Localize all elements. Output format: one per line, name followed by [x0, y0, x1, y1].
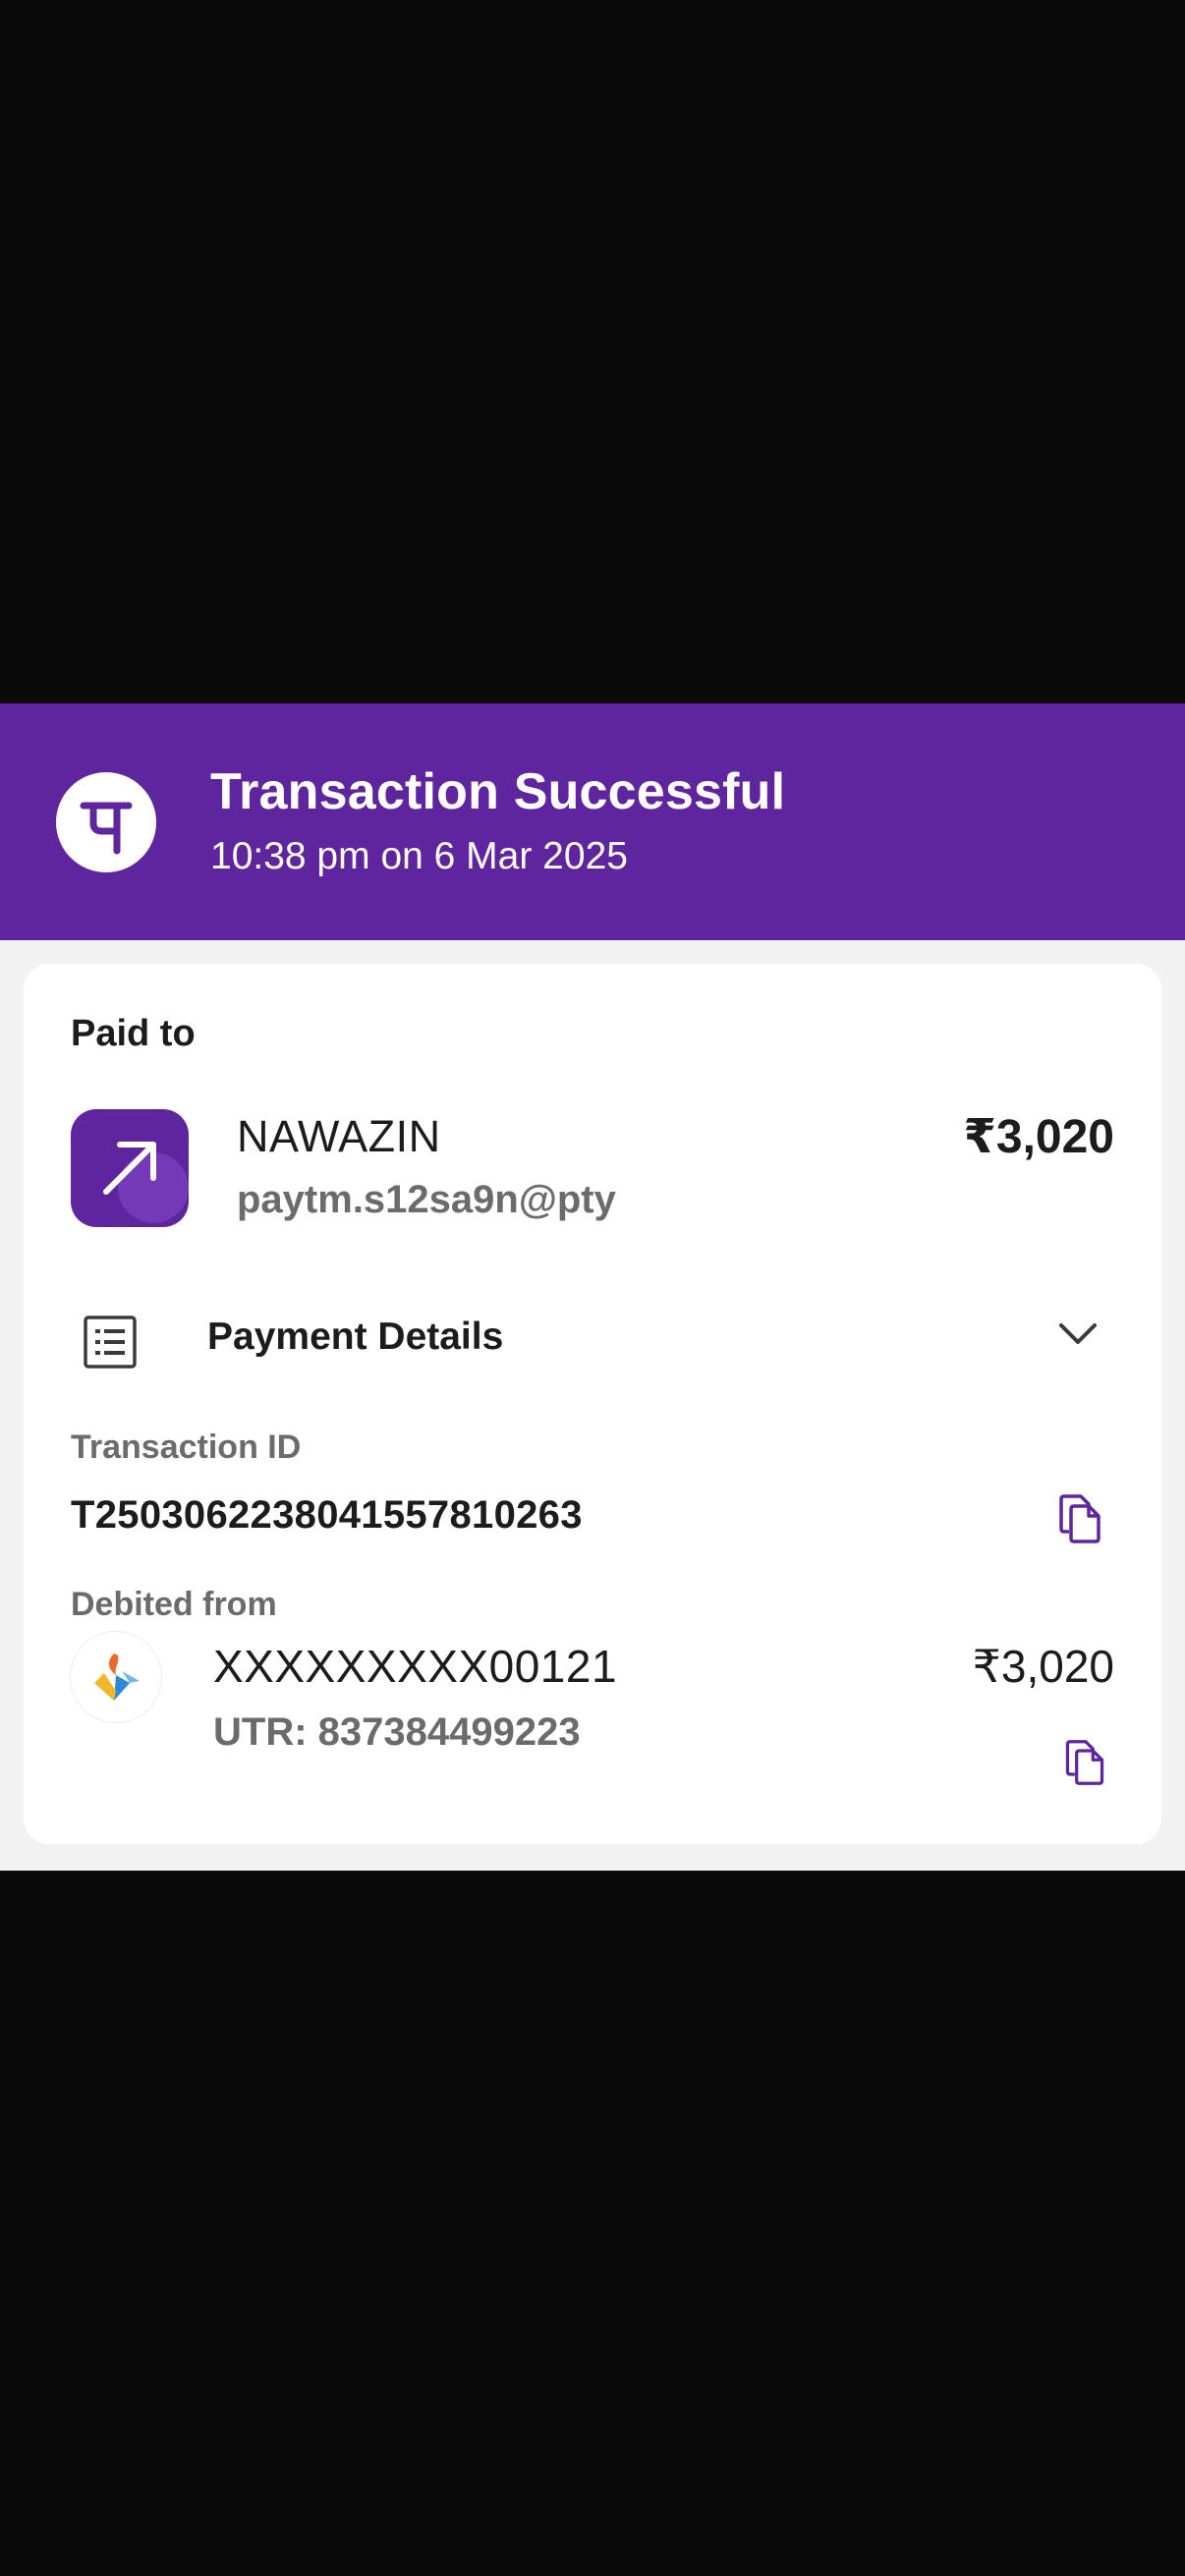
copy-icon — [1065, 1740, 1104, 1785]
payee-name: NAWAZIN — [237, 1111, 441, 1161]
details-card: Paid to NAWAZIN paytm.s12sa9n@pty ₹3,020 — [24, 964, 1161, 1844]
transaction-id-label: Transaction ID — [71, 1428, 302, 1466]
payee-upi-id: paytm.s12sa9n@pty — [237, 1178, 616, 1221]
paid-amount: ₹3,020 — [963, 1111, 1114, 1163]
debited-from-label: Debited from — [71, 1586, 277, 1623]
transaction-sheet: Transaction Successful 10:38 pm on 6 Mar… — [0, 703, 1185, 1871]
utr-number: UTR: 837384499223 — [213, 1710, 581, 1754]
copy-utr-button[interactable] — [1063, 1739, 1106, 1791]
success-header: Transaction Successful 10:38 pm on 6 Mar… — [0, 703, 1185, 940]
bank-logo-icon — [71, 1632, 161, 1722]
receipt-icon — [83, 1315, 138, 1374]
phonepe-logo-icon — [56, 772, 156, 872]
copy-icon — [1059, 1494, 1100, 1543]
transaction-timestamp: 10:38 pm on 6 Mar 2025 — [210, 835, 628, 877]
paid-to-label: Paid to — [71, 1013, 196, 1054]
chevron-down-icon[interactable] — [1056, 1319, 1100, 1354]
arrow-up-right-icon — [71, 1109, 189, 1227]
copy-transaction-id-button[interactable] — [1057, 1493, 1102, 1549]
status-title: Transaction Successful — [210, 763, 786, 820]
debited-amount: ₹3,020 — [972, 1641, 1114, 1692]
payment-details-toggle[interactable]: Payment Details — [207, 1316, 503, 1359]
debit-account-number: XXXXXXXXX00121 — [213, 1641, 618, 1692]
transaction-id-value: T2503062238041557810263 — [71, 1493, 583, 1537]
